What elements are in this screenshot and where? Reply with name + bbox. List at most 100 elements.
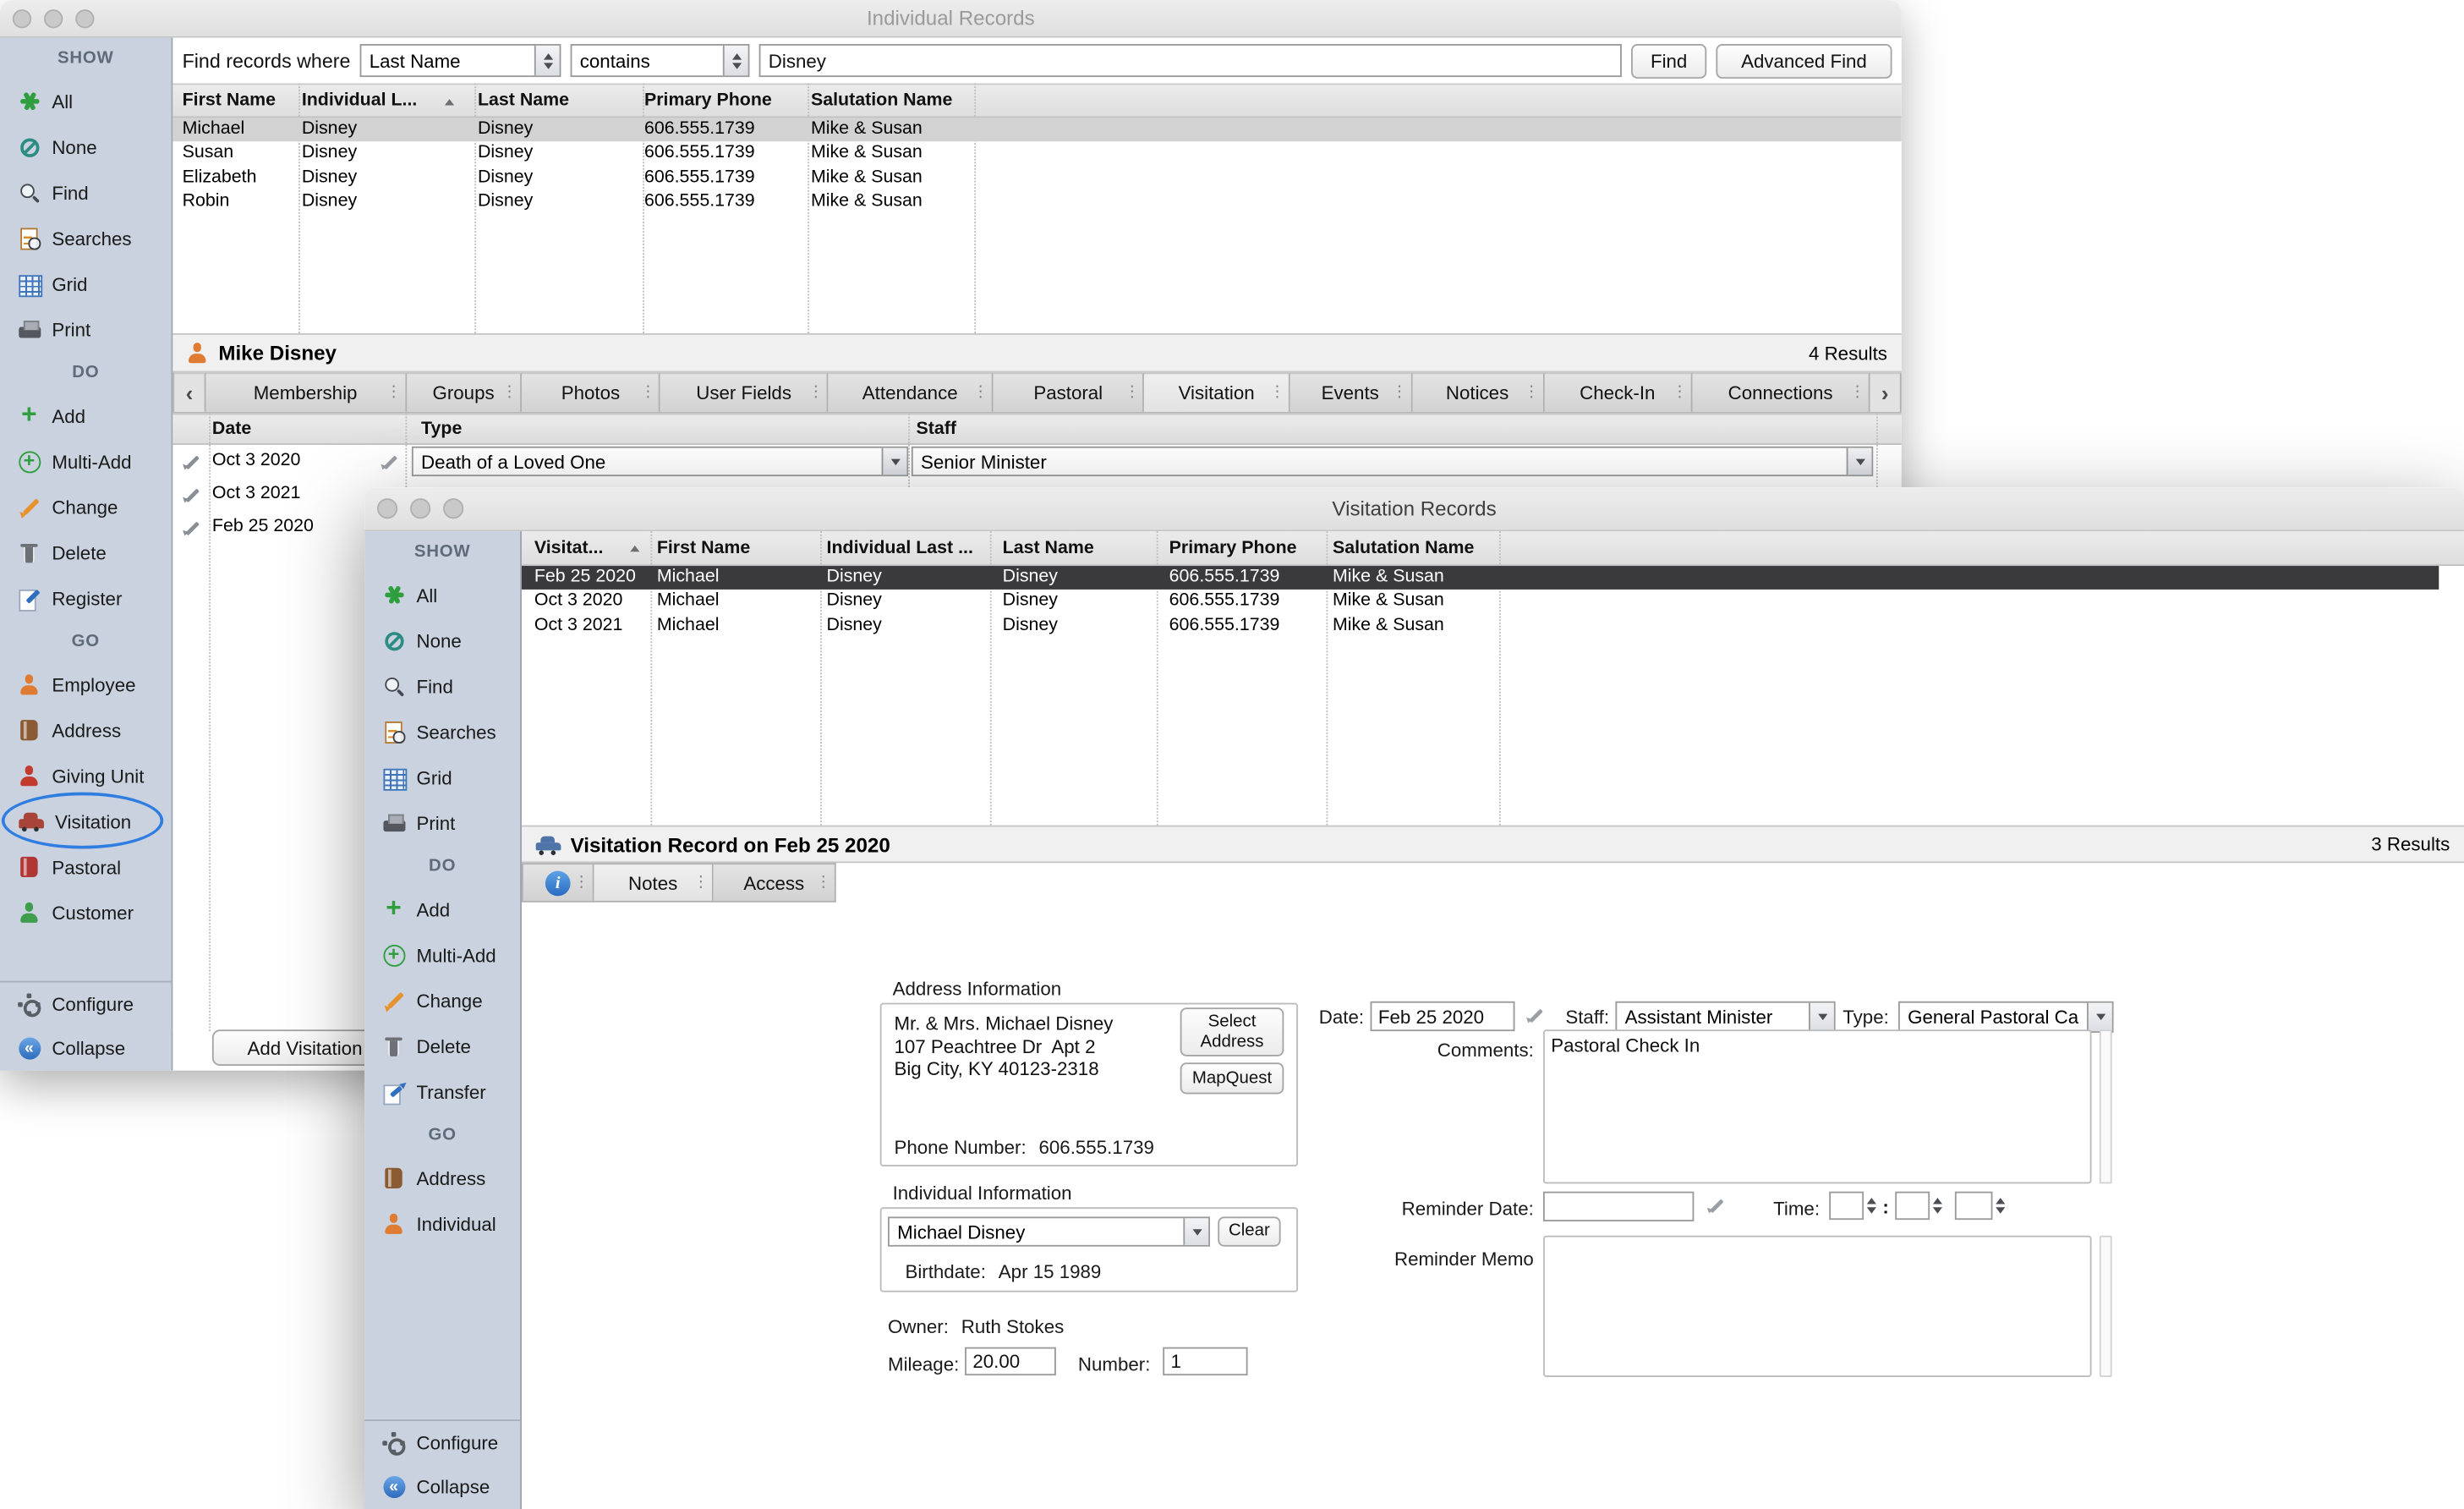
tab-photos[interactable]: Photos	[522, 372, 660, 411]
column-header-individual-last[interactable]: Individual Last ...	[827, 531, 994, 564]
signature-icon[interactable]	[379, 453, 397, 470]
find-value-input[interactable]	[759, 44, 1622, 77]
tab-pastoral[interactable]: Pastoral	[994, 372, 1145, 411]
column-header-staff[interactable]: Staff	[916, 415, 1230, 443]
mapquest-button[interactable]: MapQuest	[1180, 1062, 1284, 1094]
find-button[interactable]: Find	[1631, 43, 1706, 78]
find-field-popup[interactable]: Last Name	[360, 44, 561, 77]
table-row[interactable]: Oct 3 2021 Michael Disney Disney 606.555…	[522, 614, 2439, 638]
tab-connections[interactable]: Connections	[1692, 372, 1870, 411]
visitation-type-popup[interactable]: Death of a Loved One	[412, 447, 908, 476]
reminder-memo-textarea[interactable]	[1543, 1236, 2092, 1377]
sidebar-item-find[interactable]: Find	[364, 663, 520, 709]
scrollbar-track[interactable]	[2100, 1236, 2112, 1377]
tab-access[interactable]: Access	[714, 863, 836, 902]
comments-textarea[interactable]: Pastoral Check In	[1543, 1029, 2092, 1183]
window-titlebar[interactable]: Visitation Records	[364, 487, 2464, 531]
column-header-salutation-name[interactable]: Salutation Name	[1333, 531, 1527, 564]
sidebar-item-delete[interactable]: Delete	[0, 530, 172, 575]
column-header-first-name[interactable]: First Name	[657, 531, 820, 564]
find-operator-popup[interactable]: contains	[571, 44, 750, 77]
sidebar-item-collapse[interactable]: Collapse	[364, 1465, 520, 1509]
sidebar-item-change[interactable]: Change	[0, 484, 172, 530]
table-row[interactable]: Michael Disney Disney 606.555.1739 Mike …	[172, 118, 1901, 141]
time-ampm-input[interactable]	[1955, 1192, 1993, 1220]
edit-pencil-icon[interactable]	[181, 519, 199, 536]
column-header-date[interactable]: Date	[212, 415, 385, 443]
table-row[interactable]: Susan Disney Disney 606.555.1739 Mike & …	[172, 142, 1901, 166]
column-header-type[interactable]: Type	[421, 415, 736, 443]
visitation-staff-popup[interactable]: Senior Minister	[912, 447, 1873, 476]
tab-info[interactable]	[522, 863, 594, 902]
date-input[interactable]	[1371, 1001, 1515, 1031]
column-header-visitation-date[interactable]: Visitat...	[534, 531, 626, 564]
sidebar-item-multi-add[interactable]: Multi-Add	[0, 438, 172, 484]
tab-groups[interactable]: Groups	[407, 372, 523, 411]
tab-attendance[interactable]: Attendance	[829, 372, 994, 411]
sidebar-item-collapse[interactable]: Collapse	[0, 1027, 172, 1071]
sidebar-item-grid[interactable]: Grid	[0, 261, 172, 306]
sidebar-item-print[interactable]: Print	[0, 306, 172, 352]
sidebar-item-transfer[interactable]: Transfer	[364, 1069, 520, 1115]
tab-user-fields[interactable]: User Fields	[660, 372, 829, 411]
sidebar-item-all[interactable]: All	[0, 79, 172, 124]
sidebar-item-multi-add[interactable]: Multi-Add	[364, 932, 520, 978]
time-hour-input[interactable]	[1829, 1192, 1864, 1220]
sidebar-item-searches[interactable]: Searches	[364, 709, 520, 754]
sidebar-item-searches[interactable]: Searches	[0, 216, 172, 261]
sidebar-item-delete[interactable]: Delete	[364, 1023, 520, 1069]
tab-events[interactable]: Events	[1289, 372, 1412, 411]
table-row[interactable]: Oct 3 2020 Michael Disney Disney 606.555…	[522, 590, 2439, 613]
time-ampm-spinner[interactable]	[1955, 1192, 2005, 1220]
time-minute-input[interactable]	[1895, 1192, 1930, 1220]
tab-visitation[interactable]: Visitation	[1145, 372, 1290, 411]
column-header-individual-last[interactable]: Individual L...	[302, 85, 441, 116]
column-header-last-name[interactable]: Last Name	[1003, 531, 1153, 564]
tab-check-in[interactable]: Check-In	[1544, 372, 1692, 411]
column-header-primary-phone[interactable]: Primary Phone	[1169, 531, 1320, 564]
window-titlebar[interactable]: Individual Records	[0, 0, 1902, 38]
tab-notes[interactable]: Notes	[594, 863, 713, 902]
sidebar-item-add[interactable]: Add	[364, 886, 520, 932]
sidebar-item-change[interactable]: Change	[364, 978, 520, 1023]
signature-icon[interactable]	[1705, 1196, 1722, 1214]
scrollbar-track[interactable]	[2100, 1029, 2112, 1183]
sidebar-item-configure[interactable]: Configure	[0, 983, 172, 1027]
sidebar-item-none[interactable]: None	[364, 617, 520, 663]
sidebar-item-grid[interactable]: Grid	[364, 754, 520, 800]
stepper-arrows-icon[interactable]	[1933, 1198, 1942, 1215]
type-popup[interactable]: General Pastoral Ca	[1898, 1001, 2114, 1033]
sidebar-item-print[interactable]: Print	[364, 800, 520, 846]
sidebar-item-address[interactable]: Address	[364, 1155, 520, 1201]
visitation-row[interactable]: Oct 3 2020 Death of a Loved One Senior M…	[172, 445, 1901, 478]
advanced-find-button[interactable]: Advanced Find	[1716, 43, 1892, 78]
sidebar-item-employee[interactable]: Employee	[0, 661, 172, 707]
number-input[interactable]	[1163, 1347, 1247, 1375]
tab-membership[interactable]: Membership	[205, 372, 406, 411]
edit-pencil-icon[interactable]	[181, 486, 199, 503]
table-row[interactable]: Elizabeth Disney Disney 606.555.1739 Mik…	[172, 166, 1901, 189]
sidebar-item-none[interactable]: None	[0, 124, 172, 170]
column-header-salutation-name[interactable]: Salutation Name	[811, 85, 972, 116]
stepper-arrows-icon[interactable]	[1996, 1198, 2005, 1215]
column-header-first-name[interactable]: First Name	[183, 85, 296, 116]
table-row[interactable]: Robin Disney Disney 606.555.1739 Mike & …	[172, 190, 1901, 214]
tab-scroll-right-icon[interactable]	[1870, 372, 1902, 411]
sidebar-item-pastoral[interactable]: Pastoral	[0, 844, 172, 890]
mileage-input[interactable]	[965, 1347, 1056, 1375]
tab-scroll-left-icon[interactable]	[174, 372, 205, 411]
sidebar-item-individual[interactable]: Individual	[364, 1201, 520, 1247]
sidebar-item-customer[interactable]: Customer	[0, 890, 172, 936]
sidebar-item-address[interactable]: Address	[0, 707, 172, 753]
clear-button[interactable]: Clear	[1218, 1216, 1280, 1246]
sidebar-item-find[interactable]: Find	[0, 170, 172, 216]
sidebar-item-configure[interactable]: Configure	[364, 1421, 520, 1465]
time-hour-spinner[interactable]	[1829, 1192, 1876, 1220]
individual-popup[interactable]: Michael Disney	[888, 1216, 1210, 1246]
tab-notices[interactable]: Notices	[1412, 372, 1544, 411]
edit-pencil-icon[interactable]	[181, 453, 199, 470]
column-header-last-name[interactable]: Last Name	[478, 85, 635, 116]
column-header-primary-phone[interactable]: Primary Phone	[644, 85, 802, 116]
sidebar-item-giving-unit[interactable]: Giving Unit	[0, 753, 172, 798]
sidebar-item-all[interactable]: All	[364, 572, 520, 617]
